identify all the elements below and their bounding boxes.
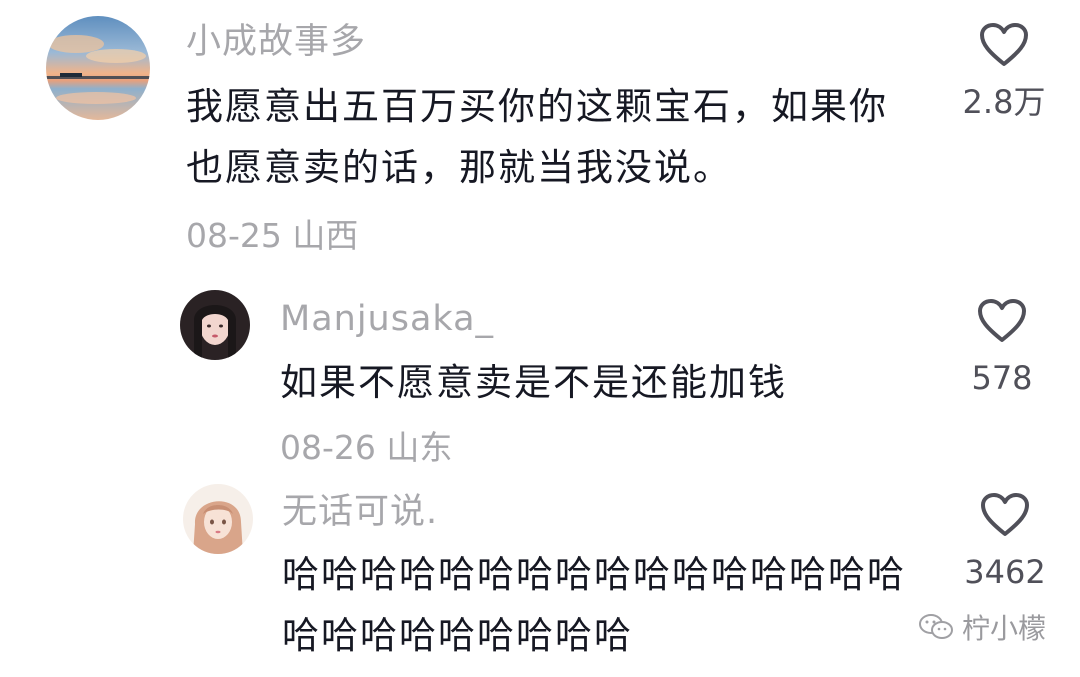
reply-date: 08-26 [280, 428, 376, 467]
sunset-lake-avatar-image [46, 16, 150, 120]
heart-icon [980, 23, 1028, 66]
anime-girl-avatar-image [183, 484, 253, 554]
reply-username[interactable]: 无话可说. [282, 490, 438, 534]
watermark-text: 柠小檬 [961, 612, 1046, 645]
anime-girl-avatar[interactable] [183, 484, 253, 554]
like-count: 3462 [964, 553, 1046, 591]
reply-meta: 08-26 山东 [280, 428, 452, 468]
sunset-lake-avatar[interactable] [46, 16, 150, 120]
heart-icon [981, 493, 1029, 536]
watermark: 柠小檬 [918, 607, 1046, 647]
dark-hair-girl-avatar[interactable] [180, 290, 250, 360]
reply-text: 如果不愿意卖是不是还能加钱 [280, 361, 787, 404]
reply-username[interactable]: Manjusaka_ [280, 297, 494, 341]
comment-text: 我愿意出五百万买你的这颗宝石，如果你也愿意卖的话，那就当我没说。 [186, 85, 888, 189]
comment-location: 山西 [292, 216, 359, 255]
like-count: 2.8万 [962, 83, 1046, 121]
wechat-icon [918, 614, 953, 639]
heart-icon [978, 299, 1026, 342]
dark-hair-girl-avatar-image [180, 290, 250, 360]
comment-list: 小成故事多 我愿意出五百万买你的这颗宝石，如果你也愿意卖的话，那就当我没说。 0… [0, 0, 1080, 677]
like-button[interactable]: 2.8万 [949, 22, 1059, 122]
comment-username[interactable]: 小成故事多 [186, 20, 366, 64]
comment-meta: 08-25 山西 [186, 216, 358, 256]
like-button[interactable]: 3462 [950, 492, 1060, 592]
reply-text: 哈哈哈哈哈哈哈哈哈哈哈哈哈哈哈哈哈哈哈哈哈哈哈哈哈 [282, 553, 906, 657]
comment-date: 08-25 [186, 216, 282, 255]
like-button[interactable]: 578 [947, 298, 1057, 398]
like-count: 578 [971, 359, 1033, 397]
reply-location: 山东 [386, 428, 453, 467]
